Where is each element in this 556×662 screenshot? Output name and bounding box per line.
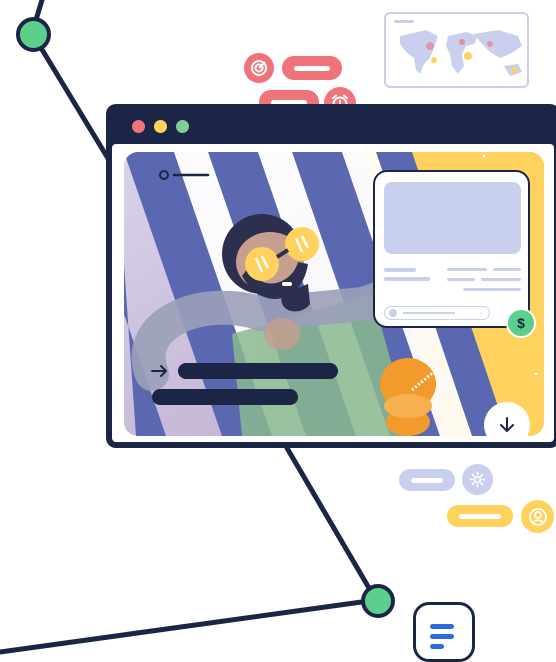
window-dot-yellow[interactable] [154,120,167,133]
card-text-line [493,268,521,271]
window-dot-green[interactable] [176,120,189,133]
graph-node-bottom [361,584,395,618]
card-text-line [384,268,416,272]
user-circle-icon [528,507,547,526]
notification-pill-coral-1 [282,56,342,80]
card-text-line [463,288,521,291]
settings-button[interactable] [462,464,493,495]
price-badge[interactable]: $ [506,308,536,338]
gear-icon [469,471,486,488]
download-button[interactable] [484,402,530,442]
window-dot-red[interactable] [132,120,145,133]
status-pill-yellow [447,505,513,527]
radar-icon [251,60,267,76]
card-progress-input[interactable]: › [384,306,490,320]
status-pill-lavender [399,469,455,491]
card-text-line [384,277,430,281]
product-card[interactable]: › [373,170,530,328]
card-text-line [447,268,487,271]
arrow-down-icon [500,417,514,432]
graph-node-top [16,17,51,52]
card-text-line [447,278,475,281]
dollar-icon: $ [517,315,525,331]
card-image [384,182,521,254]
card-text-line [481,278,521,281]
world-map-card[interactable] [384,12,529,88]
radar-button[interactable] [244,53,274,83]
world-map-icon [394,20,522,76]
document-icon[interactable] [413,602,475,662]
user-button[interactable] [521,500,554,533]
